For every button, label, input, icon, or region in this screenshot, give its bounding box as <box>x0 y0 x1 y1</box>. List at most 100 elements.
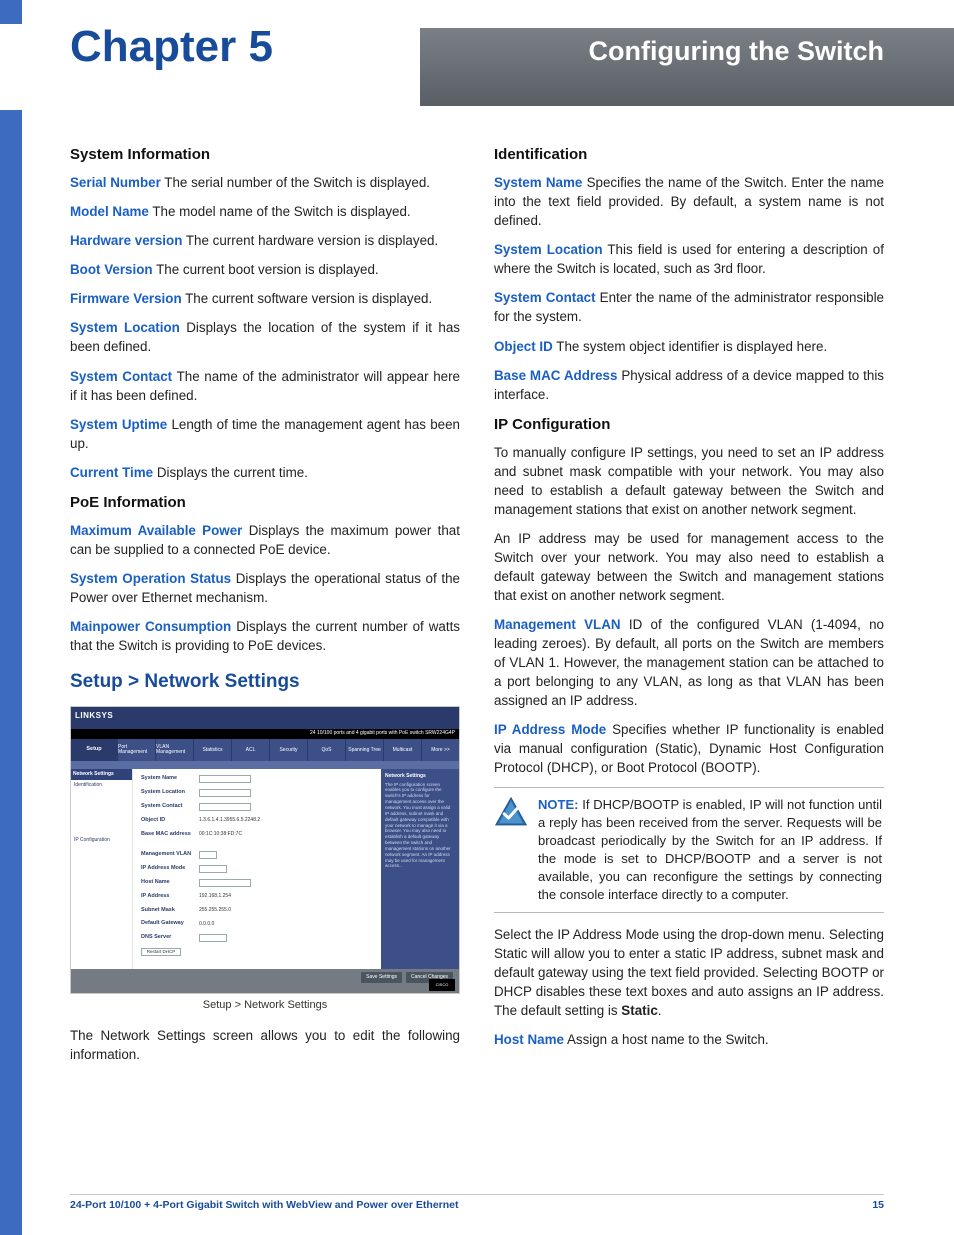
figure-tab: ACL <box>231 739 269 761</box>
ident-item: System Location This field is used for e… <box>494 240 884 278</box>
figure-tab: Multicast <box>383 739 421 761</box>
figure-help-panel: Network Settings The IP configuration sc… <box>381 769 459 969</box>
checkmark-icon <box>494 796 528 830</box>
figure-tab: VLAN Management <box>155 739 193 761</box>
sysinfo-item: System Contact The name of the administr… <box>70 367 460 405</box>
sysinfo-item: Boot Version The current boot version is… <box>70 260 460 279</box>
chapter-title: Chapter 5 <box>70 22 273 72</box>
figure-subtabs <box>71 761 459 769</box>
p3a: Select the IP Address Mode using the dro… <box>494 927 884 1018</box>
p3c: . <box>658 1003 662 1018</box>
note-box: NOTE: If DHCP/BOOTP is enabled, IP will … <box>494 787 884 913</box>
figure-leftnav-hd: Network Settings <box>71 769 132 780</box>
figure-tab: Spanning Tree <box>345 739 383 761</box>
network-settings-heading: Setup > Network Settings <box>70 669 460 696</box>
figure-form-lbl: Default Gateway <box>141 920 199 928</box>
p3b: Static <box>621 1003 657 1018</box>
ident-item: System Contact Enter the name of the adm… <box>494 288 884 326</box>
desc: Assign a host name to the Switch. <box>567 1032 769 1047</box>
poe-heading: PoE Information <box>70 492 460 513</box>
figure-form-input <box>199 879 251 887</box>
sysinfo-item: Model Name The model name of the Switch … <box>70 202 460 221</box>
term: Maximum Available Power <box>70 523 242 538</box>
figure-form-lbl: System Contact <box>141 803 199 811</box>
footer-product: 24-Port 10/100 + 4-Port Gigabit Switch w… <box>70 1199 459 1211</box>
figure-form-input <box>199 789 251 797</box>
desc: The system object identifier is displaye… <box>556 339 827 354</box>
poe-item: Maximum Available Power Displays the max… <box>70 521 460 559</box>
ident-item: System Name Specifies the name of the Sw… <box>494 173 884 230</box>
figure-form-lbl: System Name <box>141 775 199 783</box>
sysinfo-item: Hardware version The current hardware ve… <box>70 231 460 250</box>
term: System Contact <box>494 290 596 305</box>
figure-footer: Save Settings Cancel Changes CISCO <box>71 969 459 993</box>
figure-leftnav: Network Settings Identification IP Confi… <box>71 769 133 969</box>
figure-restart-button: Restart DHCP <box>141 948 181 956</box>
figure-help-title: Network Settings <box>385 773 455 780</box>
ipcfg-heading: IP Configuration <box>494 414 884 435</box>
poe-item: System Operation Status Displays the ope… <box>70 569 460 607</box>
term: System Name <box>494 175 582 190</box>
note-label: NOTE: <box>538 797 578 812</box>
figure-tab: Port Management <box>117 739 155 761</box>
term: Host Name <box>494 1032 564 1047</box>
network-settings-screenshot: LINKSYS 24 10/100 ports and 4 gigabit po… <box>70 706 460 994</box>
header-title: Configuring the Switch <box>589 36 884 67</box>
figure-form-select <box>199 851 217 859</box>
desc: The current software version is displaye… <box>185 291 432 306</box>
figure-form-select <box>199 865 227 873</box>
note-text: NOTE: If DHCP/BOOTP is enabled, IP will … <box>538 796 882 904</box>
content-columns: System Information Serial Number The ser… <box>70 140 884 1074</box>
figure-leftnav-item: Identification <box>71 780 132 791</box>
ipcfg-item: Management VLAN ID of the configured VLA… <box>494 615 884 710</box>
sysinfo-item: Firmware Version The current software ve… <box>70 289 460 308</box>
right-column: Identification System Name Specifies the… <box>494 140 884 1074</box>
footer-page-number: 15 <box>872 1199 884 1211</box>
term: System Location <box>494 242 603 257</box>
figure-form-lbl: Base MAC address <box>141 831 199 839</box>
figure-form-lbl: Management VLAN <box>141 851 199 859</box>
figure-save-button: Save Settings <box>361 972 402 983</box>
ipcfg-p3: Select the IP Address Mode using the dro… <box>494 925 884 1020</box>
cisco-logo: CISCO <box>429 979 455 991</box>
left-column: System Information Serial Number The ser… <box>70 140 460 1074</box>
ident-item: Base MAC Address Physical address of a d… <box>494 366 884 404</box>
term: System Uptime <box>70 417 167 432</box>
figure-brand: LINKSYS <box>75 710 113 721</box>
term: Model Name <box>70 204 149 219</box>
figure-form: System Name System Location System Conta… <box>133 769 381 969</box>
figure-form-val: 00:1C:10:38:FD:7C <box>199 831 242 838</box>
desc: Displays the current time. <box>157 465 308 480</box>
figure-form-select <box>199 934 227 942</box>
figure-form-lbl: DNS Server <box>141 934 199 942</box>
figure-form-lbl: Object ID <box>141 817 199 825</box>
term: Serial Number <box>70 175 161 190</box>
figure-form-lbl: Subnet Mask <box>141 907 199 915</box>
term: Current Time <box>70 465 153 480</box>
poe-item: Mainpower Consumption Displays the curre… <box>70 617 460 655</box>
sysinfo-item: Serial Number The serial number of the S… <box>70 173 460 192</box>
figure-form-input <box>199 803 251 811</box>
ipcfg-item: IP Address Mode Specifies whether IP fun… <box>494 720 884 777</box>
ident-item: Object ID The system object identifier i… <box>494 337 884 356</box>
page-header: Chapter 5 Configuring the Switch <box>70 28 884 106</box>
figure-form-val: 0.0.0.0 <box>199 921 214 928</box>
sysinfo-item: System Location Displays the location of… <box>70 318 460 356</box>
figure-form-val: 255.255.255.0 <box>199 907 231 914</box>
desc: The current hardware version is displaye… <box>186 233 438 248</box>
term: Base MAC Address <box>494 368 617 383</box>
page: Chapter 5 Configuring the Switch System … <box>0 0 954 1235</box>
term: Firmware Version <box>70 291 182 306</box>
term: System Location <box>70 320 180 335</box>
desc: The current boot version is displayed. <box>156 262 379 277</box>
term: IP Address Mode <box>494 722 606 737</box>
figure-tab-setup: Setup <box>71 739 117 761</box>
ipcfg-p2: An IP address may be used for management… <box>494 529 884 605</box>
term: Hardware version <box>70 233 182 248</box>
figure-form-lbl: IP Address <box>141 893 199 901</box>
term: System Contact <box>70 369 172 384</box>
figure-form-val: 1.3.6.1.4.1.3955.6.5.2248.2 <box>199 817 260 824</box>
network-intro: The Network Settings screen allows you t… <box>70 1026 460 1064</box>
figure-tab: More >> <box>421 739 459 761</box>
hostname-item: Host Name Assign a host name to the Swit… <box>494 1030 884 1049</box>
